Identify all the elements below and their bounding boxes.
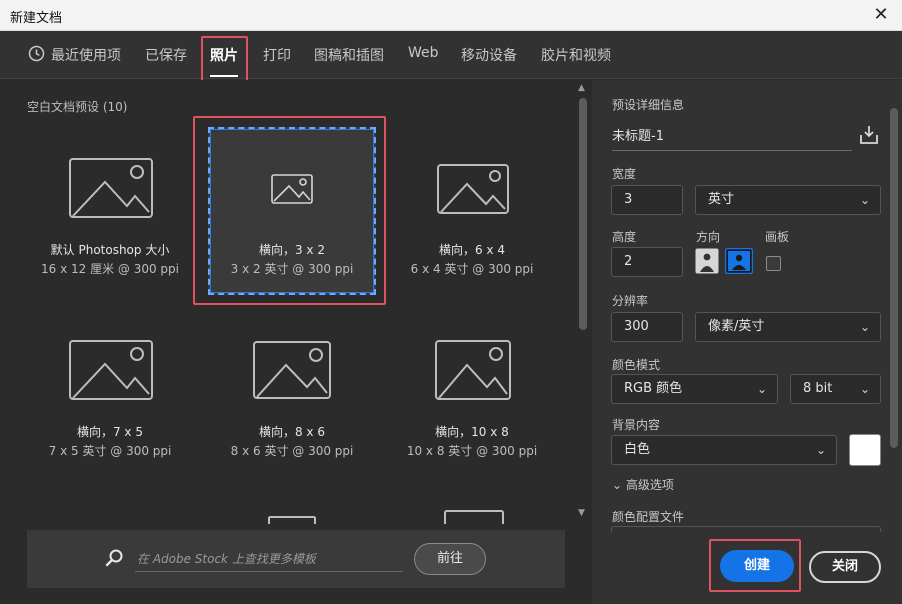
tab-print[interactable]: 打印 [263,45,291,65]
artboard-checkbox[interactable] [766,256,781,271]
go-button[interactable]: 前往 [414,543,486,575]
window-titlebar: 新建文档 ✕ [0,0,902,31]
details-section-title: 预设详细信息 [612,98,685,112]
color-profile-label: 颜色配置文件 [612,510,685,524]
preset-size: 8 x 6 英寸 @ 300 ppi [230,444,354,458]
presets-section-title: 空白文档预设 (10) [27,100,128,114]
tab-web[interactable]: Web [408,45,439,61]
close-button[interactable]: 关闭 [809,551,881,583]
width-label: 宽度 [612,167,637,181]
portrait-orientation-button[interactable] [695,248,719,274]
resolution-input[interactable]: 300 [611,312,683,342]
resolution-unit-value: 像素/英寸 [708,319,765,334]
image-placeholder-icon [69,340,153,400]
chevron-down-icon: ⌄ [756,382,767,396]
presets-scrollbar[interactable]: ▲ ▼ [576,80,590,522]
background-label: 背景内容 [612,418,661,432]
scrollbar-thumb[interactable] [890,108,898,448]
tab-film-video[interactable]: 胶片和视频 [541,45,611,65]
search-icon [105,549,123,567]
preset-name: 默认 Photoshop 大小 [50,243,170,257]
preset-details-panel: 预设详细信息 未标题-1 宽度 3 英寸 ⌄ 高度 方向 画板 2 分辨率 30… [592,80,902,604]
color-profile-select[interactable] [611,526,881,532]
create-button[interactable]: 创建 [720,550,794,582]
preset-size: 16 x 12 厘米 @ 300 ppi [40,262,179,276]
color-mode-label: 颜色模式 [612,358,661,372]
background-color-swatch[interactable] [849,434,881,466]
preset-size: 6 x 4 英寸 @ 300 ppi [410,262,534,276]
preset-name: 横向，6 x 4 [438,243,505,257]
landscape-orientation-button[interactable] [725,248,753,274]
selected-preset-highlight [193,116,386,305]
chevron-down-icon: ⌄ [859,320,870,334]
background-value: 白色 [624,442,651,457]
width-unit-select[interactable]: 英寸 ⌄ [695,185,881,215]
bit-depth-value: 8 bit [803,381,833,396]
advanced-options-toggle[interactable]: ⌄ 高级选项 [612,476,674,493]
resolution-unit-select[interactable]: 像素/英寸 ⌄ [695,312,881,342]
tab-recent[interactable]: 最近使用项 [51,45,121,65]
chevron-down-icon: ⌄ [612,478,623,492]
preset-name: 横向，8 x 6 [258,425,325,439]
tab-mobile[interactable]: 移动设备 [461,45,517,65]
advanced-options-label: 高级选项 [625,478,674,492]
stock-search-bar: 前往 [27,530,565,588]
orientation-label: 方向 [696,230,721,244]
scroll-up-arrow[interactable]: ▲ [578,83,585,93]
image-placeholder-icon [268,516,316,524]
image-placeholder-icon [437,164,509,214]
artboard-label: 画板 [765,230,790,244]
scrollbar-thumb[interactable] [579,98,587,330]
preset-name: 横向，7 x 5 [76,425,143,439]
tab-art-illustration[interactable]: 图稿和插图 [314,45,384,65]
width-input[interactable]: 3 [611,185,683,215]
background-select[interactable]: 白色 ⌄ [611,435,837,465]
image-placeholder-icon [69,158,153,218]
width-unit-value: 英寸 [708,192,735,207]
window-title: 新建文档 [10,11,63,26]
preset-name: 横向，10 x 8 [435,425,509,439]
stock-search-input[interactable] [135,546,403,572]
height-label: 高度 [612,230,637,244]
preset-size: 10 x 8 英寸 @ 300 ppi [406,444,538,458]
image-placeholder-icon [444,510,504,524]
image-placeholder-icon [435,340,511,400]
scroll-down-arrow[interactable]: ▼ [578,508,585,518]
resolution-label: 分辨率 [612,294,649,308]
chevron-down-icon: ⌄ [815,443,826,457]
preset-size: 7 x 5 英寸 @ 300 ppi [48,444,172,458]
image-placeholder-icon [253,341,331,399]
color-mode-value: RGB 颜色 [624,381,683,396]
bit-depth-select[interactable]: 8 bit ⌄ [790,374,881,404]
document-name-field[interactable]: 未标题-1 [612,123,852,151]
window-close-button[interactable]: ✕ [870,4,892,26]
chevron-down-icon: ⌄ [859,382,870,396]
height-input[interactable]: 2 [611,247,683,277]
clock-icon [28,45,45,62]
details-scrollbar[interactable] [886,80,902,520]
category-tabs: 最近使用项 已保存 照片 打印 图稿和插图 Web 移动设备 胶片和视频 [0,31,902,79]
tab-saved[interactable]: 已保存 [145,45,187,65]
color-mode-select[interactable]: RGB 颜色 ⌄ [611,374,778,404]
save-preset-icon[interactable] [858,124,880,146]
chevron-down-icon: ⌄ [859,193,870,207]
